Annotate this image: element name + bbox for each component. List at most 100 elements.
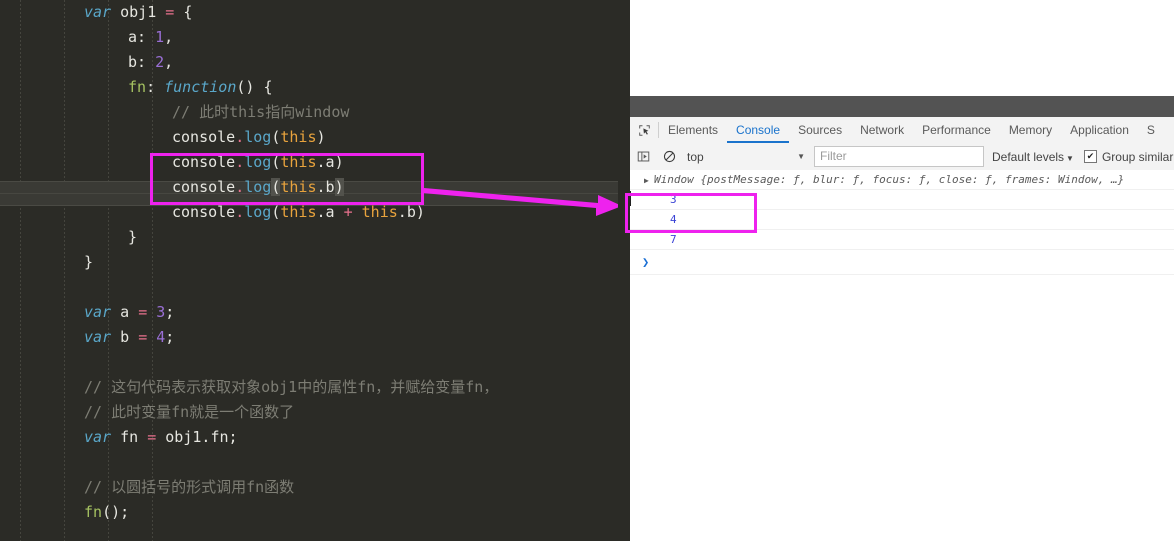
code-token: 2 [155,53,165,71]
code-text[interactable]: var obj1 = {a: 1, b: 2, fn: function() {//… [0,0,630,525]
code-line: } [0,225,630,250]
code-token: . [235,128,245,146]
code-token: : [146,78,165,96]
code-line: var a = 3; [0,300,630,325]
group-similar-toggle[interactable]: ✔ Group similar [1083,149,1174,164]
page-viewport [630,0,1174,96]
console-sidebar-icon [637,151,649,162]
tab-network[interactable]: Network [851,117,913,143]
code-token: b [128,53,138,71]
code-token: fn [84,503,103,521]
code-line: } [0,250,630,275]
tab-s[interactable]: S [1138,117,1164,143]
editor-scrollbar-track[interactable] [618,0,630,541]
code-token: ) [415,203,425,221]
chevron-down-icon-2: ▼ [1066,153,1074,163]
code-line: // 以圆括号的形式调用fn函数 [0,475,630,500]
group-similar-label: Group similar [1101,149,1174,164]
code-token: log [244,203,272,221]
devtools-titlebar [630,96,1174,117]
code-token: this [361,203,398,221]
code-token: b [120,328,130,346]
code-token: = [165,3,175,21]
code-token: = [147,428,157,446]
code-token: ) [316,128,326,146]
screenshot-root: var obj1 = {a: 1, b: 2, fn: function() {//… [0,0,1174,541]
code-token: // 这句代码表示获取对象obj1中的属性fn，并赋给变量fn， [84,378,499,396]
code-token: b [406,203,416,221]
execution-context-select[interactable]: top ▼ [687,147,809,166]
code-token: , [164,28,174,46]
code-token: // 此时this指向window [172,103,350,121]
code-line: b: 2, [0,50,630,75]
tab-memory[interactable]: Memory [1000,117,1061,143]
devtools-panel: Elements Console Sources Network Performance… [630,96,1174,541]
code-token: function [164,78,237,96]
code-line: // 这句代码表示获取对象obj1中的属性fn，并赋给变量fn， [0,375,630,400]
expand-triangle-icon[interactable]: ▶ [644,171,654,190]
tab-sources[interactable]: Sources [789,117,851,143]
console-prompt[interactable]: ❯ [630,250,1174,275]
code-token: } [84,253,94,271]
code-token: fn [128,78,147,96]
console-object-preview: Window {postMessage: ƒ, blur: ƒ, focus: … [654,173,1125,186]
code-token: { [174,3,193,21]
code-token: } [128,228,138,246]
chevron-down-icon: ▼ [797,152,805,161]
code-token: console [172,128,236,146]
code-token: var [84,428,112,446]
code-token: log [244,128,272,146]
code-token: // 此时变量fn就是一个函数了 [84,403,295,421]
group-similar-checkbox[interactable]: ✔ [1083,150,1097,163]
code-token: this [280,128,317,146]
code-token: . [397,203,407,221]
clear-console-button[interactable] [656,143,682,170]
code-token: // 以圆括号的形式调用fn函数 [84,478,295,496]
code-token: = [138,328,148,346]
devtools-tab-list[interactable]: Elements Console Sources Network Performance… [659,117,1164,143]
code-token: obj1 [120,3,157,21]
code-token: : [137,28,156,46]
console-toolbar[interactable]: top ▼ Filter Default levels ▼ ✔ Group sim… [630,143,1174,171]
code-token: var [84,3,112,21]
log-levels-dropdown[interactable]: Default levels ▼ [992,150,1074,164]
code-token: 4 [156,328,166,346]
console-filter-input[interactable]: Filter [814,146,984,167]
code-token: obj1 [165,428,202,446]
code-annotation-rectangle [150,153,424,205]
tab-performance[interactable]: Performance [913,117,1000,143]
inspect-element-icon [638,124,650,136]
code-token: var [84,303,112,321]
code-line: var obj1 = { [0,0,630,25]
console-annotation-rectangle [625,193,757,233]
code-token: this [280,203,317,221]
console-sidebar-button[interactable] [630,143,656,170]
console-row[interactable]: 7 [630,230,1174,250]
code-token: : [137,53,156,71]
console-row[interactable]: ▶ Window {postMessage: ƒ, blur: ƒ, focus:… [630,170,1174,190]
code-token: ; [165,303,175,321]
code-token: . [316,203,326,221]
devtools-tabbar[interactable]: Elements Console Sources Network Performance… [630,117,1174,144]
code-line: // 此时this指向window [0,100,630,125]
code-editor[interactable]: var obj1 = {a: 1, b: 2, fn: function() {//… [0,0,630,541]
log-levels-label: Default levels [992,149,1065,164]
tab-console[interactable]: Console [727,117,789,143]
inspect-element-button[interactable] [630,117,658,143]
tab-elements[interactable]: Elements [659,117,727,143]
tab-application[interactable]: Application [1061,117,1138,143]
